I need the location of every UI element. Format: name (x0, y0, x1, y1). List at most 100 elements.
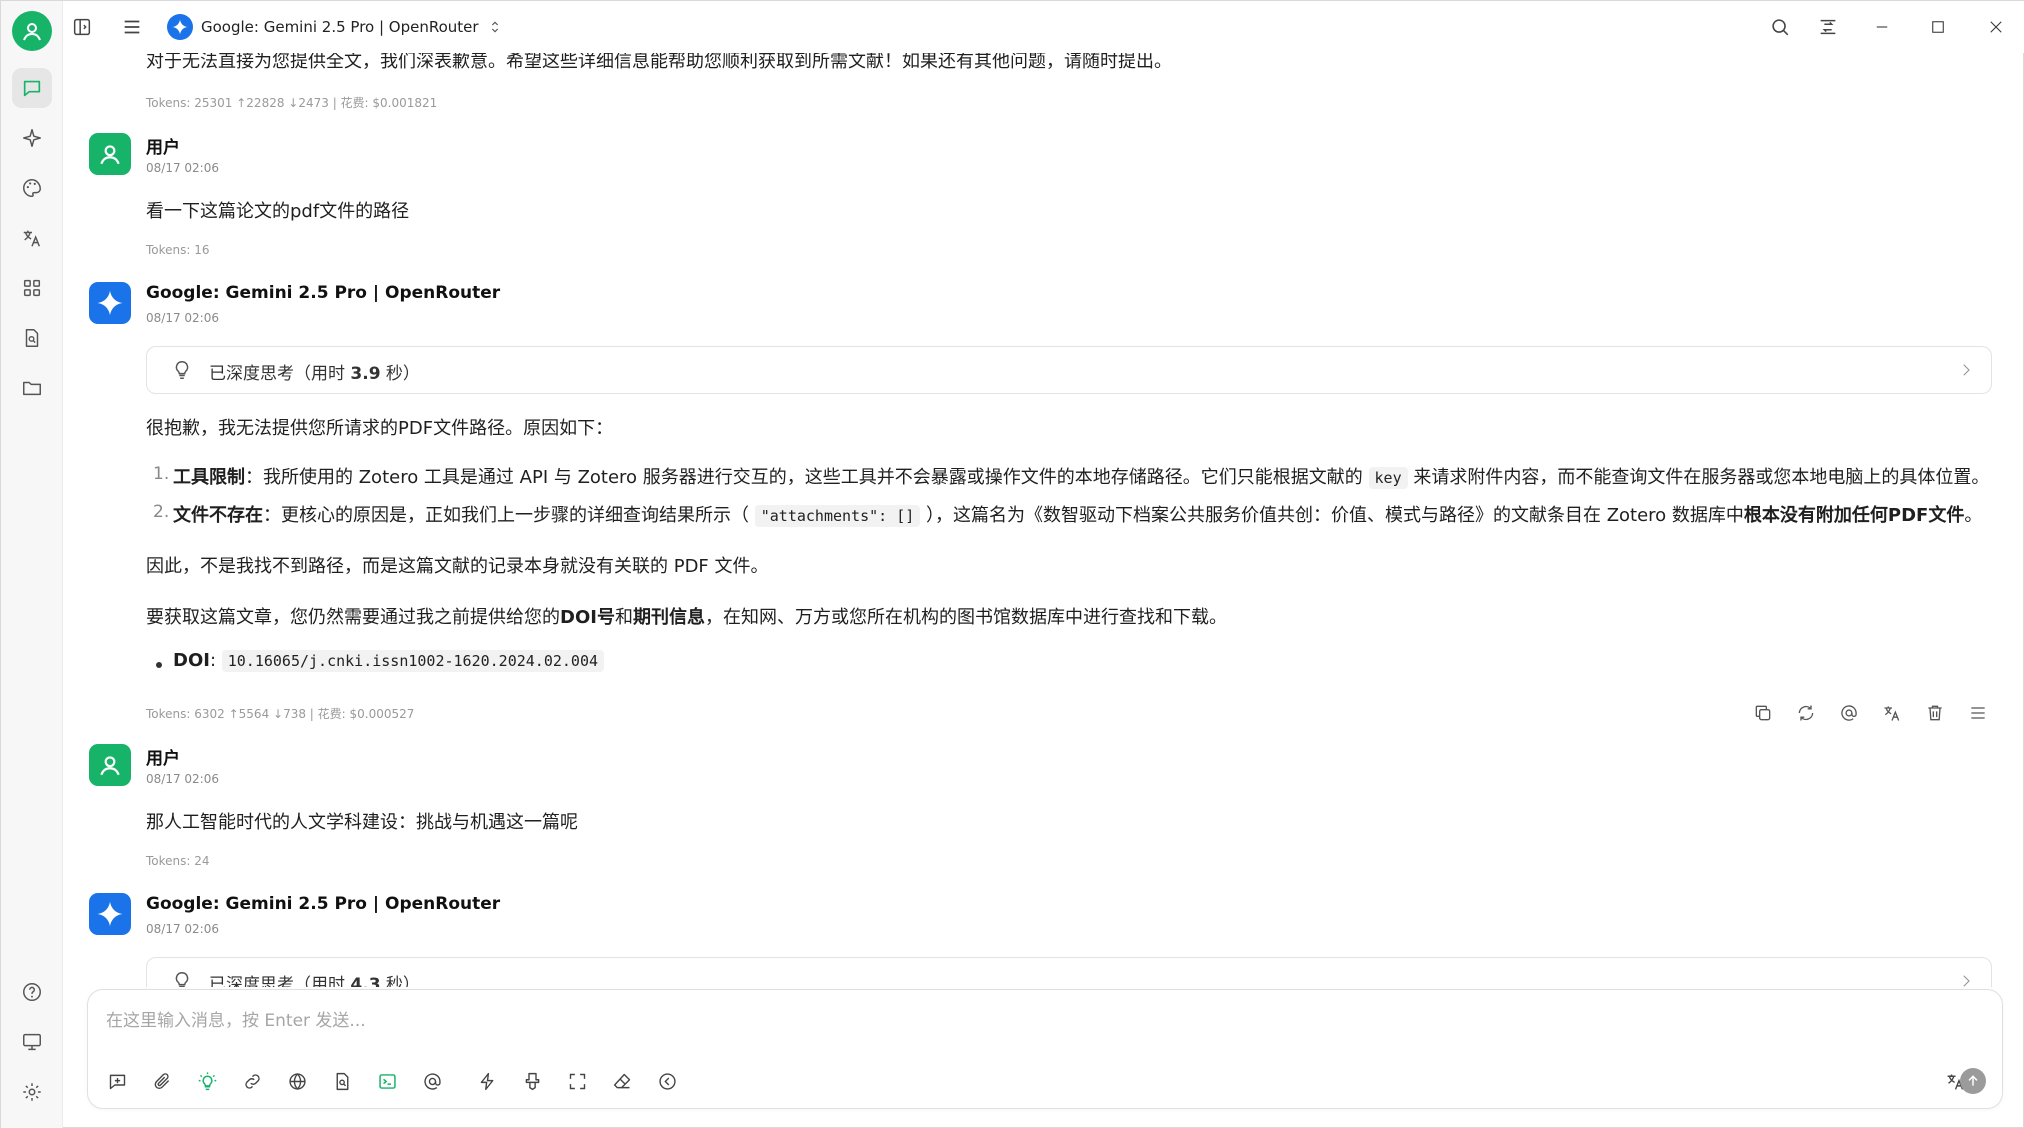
list-number: 2. (153, 502, 170, 522)
sparkle-icon (23, 129, 41, 147)
maximize-icon (1932, 21, 1944, 33)
list-number: 1. (153, 464, 170, 484)
message-time: 08/17 02:06 (146, 311, 219, 325)
previous-message-meta: Tokens: 25301 ↑22828 ↓2473 | 花费: $0.0018… (146, 96, 438, 110)
knowledge-base-button[interactable] (329, 1068, 355, 1094)
file-search-icon (336, 1072, 348, 1090)
translate-button[interactable] (1880, 701, 1904, 725)
close-button[interactable] (1981, 13, 2011, 41)
chevron-right-icon (1963, 975, 1970, 987)
toggle-sidebar-button[interactable] (69, 14, 95, 40)
chat-icon (23, 80, 41, 97)
sidebar-apps-button[interactable] (12, 268, 52, 308)
clear-style-button[interactable] (519, 1068, 545, 1094)
assistant-paragraph: 要获取这篇文章，您仍然需要通过我之前提供给您的DOI号和期刊信息，在知网、万方或… (146, 607, 1227, 628)
gear-icon (23, 1083, 41, 1101)
sidebar-folder-button[interactable] (12, 368, 52, 408)
user-message-text: 那人工智能时代的人文学科建设：挑战与机遇这一篇呢 (146, 812, 578, 833)
user-icon (100, 756, 120, 776)
user-icon (23, 23, 41, 41)
send-button[interactable] (1960, 1068, 1986, 1094)
list-item-tool-limit: 工具限制：我所使用的 Zotero 工具是通过 API 与 Zotero 服务器… (173, 467, 1990, 489)
model-title: Google: Gemini 2.5 Pro | OpenRouter (201, 18, 479, 36)
gemini-star-icon (97, 901, 123, 927)
sidebar-chat-button[interactable] (12, 68, 52, 108)
translate-icon (1884, 706, 1900, 721)
clear-context-button[interactable] (609, 1068, 635, 1094)
list-item-file-missing: 文件不存在：更核心的原因是，正如我们上一步骤的详细查询结果所示（ "attach… (173, 505, 1983, 527)
web-search-button[interactable] (284, 1068, 310, 1094)
monitor-icon (23, 1033, 41, 1051)
thinking-toggle-button[interactable] (194, 1068, 220, 1094)
sidebar-display-button[interactable] (12, 1022, 52, 1062)
delete-button[interactable] (1923, 701, 1947, 725)
sidebar-paint-button[interactable] (12, 168, 52, 208)
sidebar-help-button[interactable] (12, 972, 52, 1012)
expand-icon (569, 1073, 585, 1089)
close-icon (1990, 21, 2002, 33)
assistant-avatar (89, 893, 131, 935)
maximize-button[interactable] (1923, 13, 1953, 41)
thinking-panel[interactable]: 已深度思考（用时 3.9 秒） (146, 346, 1992, 394)
user-avatar[interactable] (12, 11, 52, 51)
link-icon (244, 1073, 260, 1089)
sender-name: Google: Gemini 2.5 Pro | OpenRouter (146, 894, 501, 914)
arrow-up-icon (1968, 1075, 1978, 1086)
brush-icon (525, 1072, 539, 1090)
assistant-intro: 很抱歉，我无法提供您所请求的PDF文件路径。原因如下： (146, 418, 614, 439)
sidebar-translate-button[interactable] (12, 218, 52, 258)
new-topic-button[interactable] (104, 1068, 130, 1094)
quick-phrase-button[interactable] (474, 1068, 500, 1094)
regenerate-button[interactable] (1794, 701, 1818, 725)
collapse-button[interactable] (654, 1068, 680, 1094)
hamburger-icon (1971, 707, 1985, 719)
sender-name: 用户 (146, 138, 180, 158)
gemini-star-icon (97, 290, 123, 316)
attach-button[interactable] (149, 1068, 175, 1094)
message-time: 08/17 02:06 (146, 922, 219, 936)
fullscreen-button[interactable] (564, 1068, 590, 1094)
layout-button[interactable] (1815, 14, 1841, 40)
assistant-avatar (89, 282, 131, 324)
sidebar-files-search-button[interactable] (12, 318, 52, 358)
copy-icon (1755, 705, 1771, 721)
lightbulb-icon (198, 1071, 216, 1090)
chat-messages: 对于无法直接为您提供全文，我们深表歉意。希望这些详细信息能帮助您顺利获取到所需文… (63, 53, 2024, 987)
gemini-logo-icon (167, 14, 193, 40)
paperclip-icon (154, 1072, 169, 1089)
layout-icon (1820, 19, 1836, 35)
sidebar-assistant-button[interactable] (12, 118, 52, 158)
thinking-panel[interactable]: 已深度思考（用时 4.3 秒） (146, 957, 1992, 987)
user-icon (100, 145, 120, 165)
search-button[interactable] (1767, 14, 1793, 40)
mention-model-button[interactable] (419, 1068, 445, 1094)
title-bar: Google: Gemini 2.5 Pro | OpenRouter (63, 1, 2024, 53)
grid-icon (23, 279, 41, 297)
assistant-paragraph: 因此，不是我找不到路径，而是这篇文献的记录本身就没有关联的 PDF 文件。 (146, 556, 769, 577)
thinking-label: 已深度思考（用时 3.9 秒） (209, 364, 420, 384)
model-selector[interactable]: Google: Gemini 2.5 Pro | OpenRouter (167, 13, 503, 41)
copy-button[interactable] (1751, 701, 1775, 725)
mcp-server-button[interactable] (374, 1068, 400, 1094)
lightbulb-icon (175, 361, 189, 379)
sidebar-settings-button[interactable] (12, 1072, 52, 1112)
message-actions (1751, 701, 1990, 725)
at-icon (1841, 705, 1857, 721)
at-icon (423, 1072, 441, 1090)
help-icon (23, 983, 41, 1001)
minimize-button[interactable] (1867, 13, 1897, 41)
user-avatar (89, 133, 131, 175)
palette-icon (23, 179, 41, 197)
new-chat-icon (109, 1074, 125, 1089)
chevron-up-down-icon (491, 21, 498, 33)
link-button[interactable] (239, 1068, 265, 1094)
sender-name: 用户 (146, 749, 180, 769)
refresh-icon (1798, 705, 1814, 721)
terminal-icon (378, 1073, 396, 1089)
message-meta: Tokens: 24 (146, 854, 210, 868)
menu-button[interactable] (119, 14, 145, 40)
sender-name: Google: Gemini 2.5 Pro | OpenRouter (146, 283, 501, 303)
mention-button[interactable] (1837, 701, 1861, 725)
message-input[interactable] (106, 1006, 1976, 1036)
more-button[interactable] (1966, 701, 1990, 725)
